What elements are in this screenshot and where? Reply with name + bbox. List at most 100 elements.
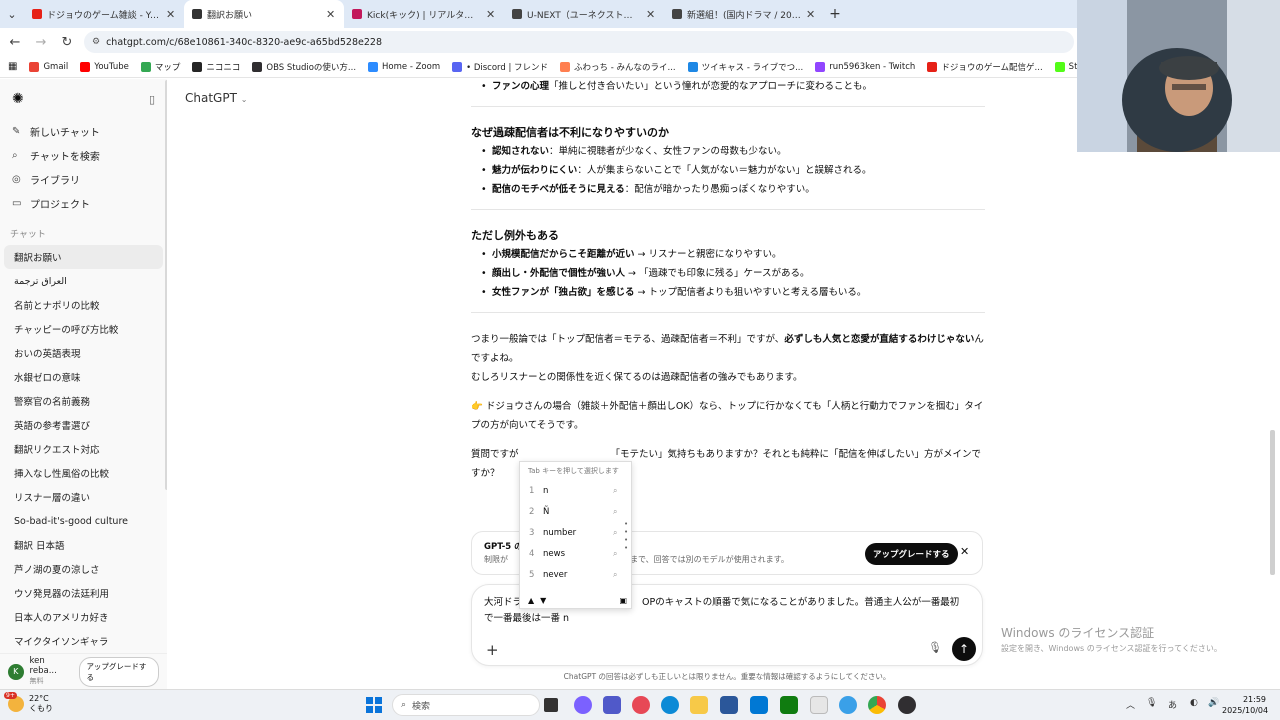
outlook-icon[interactable] [750, 696, 768, 714]
sidebar-chat-item[interactable]: おいの英語表現 [4, 341, 163, 365]
ime-candidate[interactable]: 1 n ⌕ [520, 480, 631, 501]
sidebar-toggle-icon[interactable]: ▯ [149, 93, 155, 106]
taskbar-clock[interactable]: 21:59 2025/10/04 [1222, 694, 1268, 716]
sidebar-nav-item[interactable]: ▭ プロジェクト [0, 191, 167, 215]
volume-icon[interactable]: 🔊 [1208, 698, 1219, 708]
new-tab-button[interactable]: + [824, 0, 846, 28]
site-info-icon[interactable]: ⚙ [92, 37, 100, 47]
browser-tab[interactable]: 新選組！(国内ドラマ / 2004) - 動 ✕ [664, 0, 824, 28]
sidebar-chat-item[interactable]: 翻訳リクエスト対応 [4, 437, 163, 461]
bookmark[interactable]: ツイキャス - ライブでつ... [687, 61, 803, 73]
sidebar-chat-item[interactable]: 水銀ゼロの意味 [4, 365, 163, 389]
network-icon[interactable]: ◐ [1190, 698, 1198, 708]
browser-tab[interactable]: ドジョウのゲーム雑談 - YouTube ✕ [24, 0, 184, 28]
sidebar-chat-item[interactable]: 警察官の名前義務 [4, 389, 163, 413]
user-menu[interactable]: K ken reba... 無料 アップグレードする [0, 653, 167, 689]
tab-close-icon[interactable]: ✕ [326, 8, 336, 21]
search-icon[interactable]: ⌕ [613, 486, 631, 496]
ime-next-icon[interactable]: ▼ [540, 596, 546, 605]
weather-widget[interactable]: 9+ 22°C くもり [4, 692, 53, 714]
ime-candidate[interactable]: 4 news ⌕ [520, 543, 631, 564]
tab-search-icon[interactable]: ⌄ [0, 0, 24, 28]
search-icon[interactable]: ⌕ [613, 528, 631, 538]
sidebar-chat-item[interactable]: チャッピーの呼び方比較 [4, 317, 163, 341]
sidebar-chat-item[interactable]: リスナー層の違い [4, 485, 163, 509]
chats-section-label: チャット [10, 229, 46, 240]
obs-icon[interactable] [898, 696, 916, 714]
chrome-icon[interactable] [868, 696, 886, 714]
main-scrollbar[interactable] [1270, 430, 1275, 575]
bookmark[interactable]: ドジョウのゲーム配信ゲ... [927, 61, 1043, 73]
file-icon[interactable] [810, 696, 828, 714]
xbox-icon[interactable] [780, 696, 798, 714]
edge-icon[interactable] [661, 696, 679, 714]
sidebar-chat-item[interactable]: 翻訳お願い [4, 245, 163, 269]
tab-close-icon[interactable]: ✕ [646, 8, 656, 21]
explorer-icon[interactable] [690, 696, 708, 714]
chat-history-list: 翻訳お願い العراق ترجمة 名前とナポリの比較 チャッピーの呼び方比較 おいの… [0, 245, 167, 653]
sidebar-nav-item[interactable]: ✎ 新しいチャット [0, 119, 167, 143]
tray-chevron-icon[interactable]: ︿ [1126, 698, 1135, 711]
search-icon[interactable]: ⌕ [613, 549, 631, 559]
sidebar-chat-item[interactable]: So-bad-it's-good culture [4, 509, 163, 533]
app2-icon[interactable] [839, 696, 857, 714]
tab-close-icon[interactable]: ✕ [166, 8, 176, 21]
model-selector[interactable]: ChatGPT ⌄ [185, 91, 247, 105]
ime-mode-icon[interactable]: あ [1168, 698, 1177, 711]
sidebar-chat-item[interactable]: マイクタイソンギャラ [4, 629, 163, 653]
sidebar-chat-item[interactable]: 挿入なし性風俗の比較 [4, 461, 163, 485]
forward-icon[interactable]: → [32, 33, 50, 51]
bookmark[interactable]: Home - Zoom [368, 61, 440, 73]
bookmark[interactable]: マップ [140, 61, 180, 73]
sidebar-chat-item[interactable]: 英語の参考書選び [4, 413, 163, 437]
bookmark[interactable]: • Discord | フレンド [452, 61, 548, 73]
close-icon[interactable]: ✕ [960, 545, 969, 558]
apps-grid-icon[interactable]: ▦ [8, 61, 17, 72]
sidebar-upgrade-button[interactable]: アップグレードする [79, 656, 159, 687]
sidebar-chat-item[interactable]: 翻訳 日本語 [4, 533, 163, 557]
openai-logo-icon[interactable]: ✺ [12, 91, 24, 107]
url-bar[interactable]: ⚙ chatgpt.com/c/68e10861-340c-8320-ae9c-… [84, 31, 1074, 53]
ime-expand-icon[interactable]: ▣ [619, 596, 627, 605]
ime-candidate[interactable]: 3 number ⌕ [520, 522, 631, 543]
sidebar-nav-item[interactable]: ◎ ライブラリ [0, 167, 167, 191]
sidebar-chat-item[interactable]: 名前とナポリの比較 [4, 293, 163, 317]
tray-mic-icon[interactable]: 🎙 [1146, 698, 1157, 708]
bookmark[interactable]: run5963ken - Twitch [815, 61, 915, 73]
sidebar-chat-item[interactable]: ウソ発見器の法廷利用 [4, 581, 163, 605]
ime-candidate[interactable]: 5 never ⌕ [520, 564, 631, 585]
teams-icon[interactable] [603, 696, 621, 714]
bookmark[interactable]: ニコニコ [192, 61, 240, 73]
app-icon[interactable] [632, 696, 650, 714]
browser-tab[interactable]: 翻訳お願い ✕ [184, 0, 344, 28]
task-view-icon[interactable] [544, 698, 558, 712]
reload-icon[interactable]: ↻ [58, 33, 76, 51]
microphone-icon[interactable]: 🎙 [928, 641, 942, 654]
tab-close-icon[interactable]: ✕ [486, 8, 496, 21]
start-icon[interactable] [366, 697, 382, 713]
store-icon[interactable] [720, 696, 738, 714]
send-button[interactable]: ↑ [952, 637, 976, 661]
bookmarks-list: Gmail YouTube マップ ニコニコ OBS Studioの使い方... Home… [29, 61, 1232, 73]
bookmark[interactable]: YouTube [80, 61, 129, 73]
bookmark[interactable]: Gmail [29, 61, 68, 73]
taskbar-search[interactable]: ⌕ 検索 [392, 694, 540, 716]
back-icon[interactable]: ← [6, 33, 24, 51]
bookmark[interactable]: OBS Studioの使い方... [252, 61, 356, 73]
tab-favicon-icon [512, 9, 522, 19]
sidebar-chat-item[interactable]: العراق ترجمة [4, 269, 163, 293]
browser-tab[interactable]: U-NEXT（ユーネクスト）- 映画 / ド ✕ [504, 0, 664, 28]
upgrade-button[interactable]: アップグレードする [865, 543, 958, 565]
sidebar-nav-item[interactable]: ⌕ チャットを検索 [0, 143, 167, 167]
browser-tab[interactable]: Kick(キック) | リアルタイムランキング ✕ [344, 0, 504, 28]
search-icon[interactable]: ⌕ [613, 507, 631, 517]
bookmark[interactable]: ふわっち - みんなのライ... [560, 61, 676, 73]
tab-close-icon[interactable]: ✕ [806, 8, 816, 21]
sidebar-chat-item[interactable]: 日本人のアメリカ好き [4, 605, 163, 629]
ime-prev-icon[interactable]: ▲ [528, 596, 534, 605]
plus-icon[interactable]: + [486, 641, 499, 659]
ime-candidate[interactable]: 2 Ñ ⌕ [520, 501, 631, 522]
sidebar-chat-item[interactable]: 芦ノ湖の夏の涼しさ [4, 557, 163, 581]
search-icon[interactable]: ⌕ [613, 570, 631, 580]
copilot-icon[interactable] [574, 696, 592, 714]
